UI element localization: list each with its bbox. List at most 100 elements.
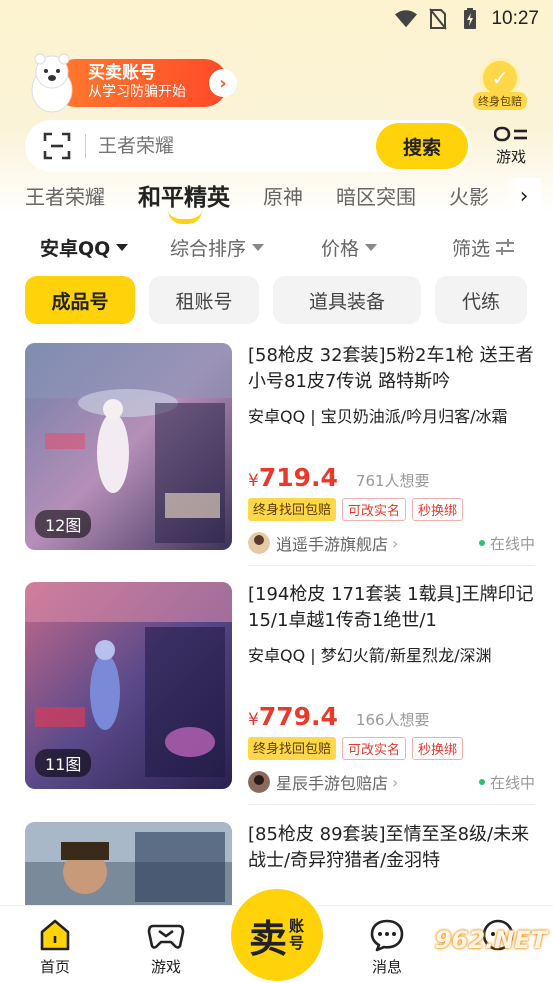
- scan-icon[interactable]: [43, 132, 71, 160]
- shop-row: 逍遥手游旗舰店 › 在线中: [248, 531, 535, 555]
- shop-name: 逍遥手游旗舰店: [276, 535, 389, 554]
- tab-arena-breakout[interactable]: 暗区突围: [336, 181, 416, 210]
- listing-card[interactable]: 12图 [58枪皮 32套装]5粉2车1枪 送王者小号81皮7传说 路特斯吟 安…: [25, 343, 535, 555]
- price-symbol: ¥: [248, 710, 259, 730]
- chip-rent-account[interactable]: 租账号: [149, 276, 259, 324]
- image-count: 12图: [35, 510, 92, 538]
- games-menu-icon: [494, 126, 527, 141]
- filter-platform[interactable]: 安卓QQ: [40, 234, 170, 261]
- chip-finished-account[interactable]: 成品号: [25, 276, 135, 324]
- filter-price[interactable]: 价格: [321, 234, 452, 261]
- listing-thumbnail[interactable]: [25, 822, 232, 905]
- sell-sublabel: 账号: [289, 917, 305, 952]
- chip-boosting[interactable]: 代练: [435, 276, 527, 324]
- no-sim-icon: [427, 8, 449, 30]
- tag-realname: 可改实名: [342, 737, 407, 760]
- shop-row: 星辰手游包赔店 › 在线中: [248, 770, 535, 794]
- listing-card[interactable]: 11图 [194枪皮 171套装 1载具]王牌印记15/1卓越1传奇1绝世/1 …: [25, 582, 535, 794]
- listing-price: 779.4: [258, 702, 338, 731]
- tab-genshin[interactable]: 原神: [263, 181, 303, 210]
- watermark-logo: 962.NET: [434, 926, 547, 954]
- filter-sort[interactable]: 综合排序: [170, 234, 321, 261]
- search-button[interactable]: 搜索: [376, 123, 468, 169]
- anti-scam-promo-banner[interactable]: 买卖账号 从学习防骗开始 ›: [22, 53, 237, 113]
- shop-link[interactable]: 逍遥手游旗舰店 ›: [248, 531, 398, 555]
- tag-guarantee: 终身找回包赔: [248, 498, 337, 521]
- listing-info: [85枪皮 89套装]至情至圣8级/未来战士/奇异狩猎者/金羽特: [248, 822, 535, 874]
- listing-title[interactable]: [85枪皮 89套装]至情至圣8级/未来战士/奇异狩猎者/金羽特: [248, 822, 535, 874]
- chevron-right-icon[interactable]: ›: [507, 178, 541, 214]
- online-status: 在线中: [478, 533, 535, 554]
- tag-guarantee: 终身找回包赔: [248, 737, 337, 760]
- chevron-right-icon: ›: [392, 533, 399, 553]
- tab-honor-of-kings[interactable]: 王者荣耀: [25, 181, 105, 210]
- nav-messages[interactable]: 消息: [357, 918, 417, 977]
- status-bar: 10:27: [0, 0, 553, 38]
- sell-account-button[interactable]: 卖 账号: [231, 889, 323, 981]
- listing-price: 719.4: [258, 463, 338, 492]
- search-box[interactable]: 搜索: [25, 120, 471, 172]
- battery-charging-icon: [459, 8, 481, 30]
- search-row: 搜索 游戏: [25, 120, 545, 172]
- nav-home-label: 首页: [39, 958, 70, 976]
- nav-games-label: 游戏: [150, 958, 181, 976]
- filter-sliders-icon: [496, 239, 515, 255]
- games-label: 游戏: [495, 147, 526, 166]
- filter-row: 安卓QQ 综合排序 价格 筛选: [0, 225, 553, 269]
- game-tabs: 王者荣耀 和平精英 原神 暗区突围 火影: [0, 173, 553, 224]
- listing-divider: [248, 565, 535, 566]
- chat-bubble-icon: [370, 919, 404, 952]
- want-count: 166人想要: [355, 711, 430, 729]
- avatar: [248, 771, 270, 793]
- gamepad-icon: [147, 924, 185, 949]
- online-dot-icon: [478, 540, 485, 546]
- category-chips: 成品号 租账号 道具装备 代练: [25, 276, 527, 324]
- status-time: 10:27: [491, 8, 539, 29]
- image-count: 11图: [35, 749, 92, 777]
- want-count: 761人想要: [355, 472, 430, 490]
- listing-info: [194枪皮 171套装 1载具]王牌印记15/1卓越1传奇1绝世/1 安卓QQ…: [248, 582, 535, 794]
- listing-attributes: 安卓QQ | 宝贝奶油派/吟月归客/冰霜: [248, 407, 508, 426]
- caret-down-icon: [365, 243, 378, 251]
- listing-tags: 终身找回包赔 可改实名 秒换绑: [248, 498, 535, 521]
- promo-subtitle: 从学习防骗开始: [88, 84, 186, 100]
- chevron-right-icon: ›: [392, 772, 399, 792]
- filter-more[interactable]: 筛选: [452, 234, 515, 261]
- tag-realname: 可改实名: [342, 498, 407, 521]
- filter-price-label: 价格: [321, 237, 360, 260]
- listing-info: [58枪皮 32套装]5粉2车1枪 送王者小号81皮7传说 路特斯吟 安卓QQ …: [248, 343, 535, 555]
- online-status: 在线中: [478, 772, 535, 793]
- filter-platform-label: 安卓QQ: [40, 237, 111, 260]
- listing-attributes: 安卓QQ | 梦幻火箭/新星烈龙/深渊: [248, 646, 492, 665]
- nav-messages-label: 消息: [371, 958, 402, 976]
- listing-thumbnail[interactable]: 11图: [25, 582, 232, 789]
- search-divider: [85, 134, 86, 158]
- nav-home[interactable]: 首页: [25, 918, 85, 977]
- bear-mascot-icon: [31, 53, 73, 113]
- shop-link[interactable]: 星辰手游包赔店 ›: [248, 770, 398, 794]
- avatar: [248, 532, 270, 554]
- price-row: ¥ 719.4 761人想要: [248, 463, 535, 492]
- game-screenshot-image: [25, 822, 232, 905]
- tab-peacekeeper-elite[interactable]: 和平精英: [138, 178, 230, 224]
- promo-arrow-icon[interactable]: ›: [209, 69, 237, 97]
- price-symbol: ¥: [248, 471, 259, 491]
- tab-naruto[interactable]: 火影: [449, 181, 489, 210]
- chip-items-equipment[interactable]: 道具装备: [273, 276, 421, 324]
- tag-quick-rebind: 秒换绑: [412, 737, 464, 760]
- lifetime-guarantee-badge[interactable]: ✓ 终身包赔: [472, 58, 528, 110]
- online-label: 在线中: [489, 534, 535, 553]
- nav-games[interactable]: 游戏: [136, 918, 196, 977]
- tag-quick-rebind: 秒换绑: [412, 498, 464, 521]
- caret-down-icon: [116, 243, 129, 251]
- listing-thumbnail[interactable]: 12图: [25, 343, 232, 550]
- listing-title[interactable]: [194枪皮 171套装 1载具]王牌印记15/1卓越1传奇1绝世/1: [248, 582, 535, 634]
- games-button[interactable]: 游戏: [491, 126, 531, 167]
- search-input[interactable]: [98, 135, 376, 157]
- online-label: 在线中: [489, 773, 535, 792]
- listing-title[interactable]: [58枪皮 32套装]5粉2车1枪 送王者小号81皮7传说 路特斯吟: [248, 343, 535, 395]
- sell-label: 卖: [248, 916, 287, 961]
- shop-name: 星辰手游包赔店: [276, 774, 389, 793]
- badge-label: 终身包赔: [473, 92, 527, 110]
- wifi-icon: [395, 8, 418, 30]
